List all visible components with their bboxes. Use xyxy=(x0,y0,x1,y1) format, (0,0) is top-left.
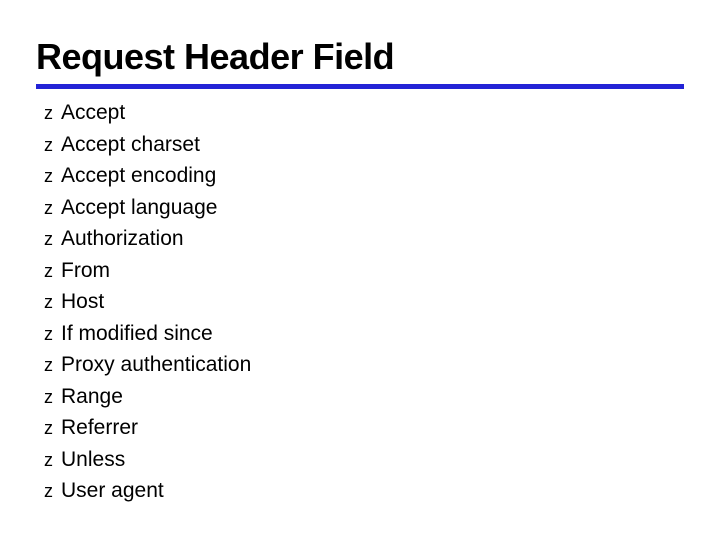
bullet-icon: z xyxy=(44,258,53,285)
bullet-icon: z xyxy=(44,195,53,222)
list-item-label: Unless xyxy=(61,444,125,476)
bullet-icon: z xyxy=(44,478,53,505)
list-item: z Accept language xyxy=(44,192,684,224)
list-item-label: From xyxy=(61,255,110,287)
bullet-list: z Accept z Accept charset z Accept encoding… xyxy=(36,97,684,507)
list-item-label: Accept encoding xyxy=(61,160,216,192)
list-item-label: Accept charset xyxy=(61,129,200,161)
list-item-label: User agent xyxy=(61,475,164,507)
slide-container: Request Header Field z Accept z Accept cha… xyxy=(0,0,720,507)
list-item: z Host xyxy=(44,286,684,318)
list-item: z User agent xyxy=(44,475,684,507)
list-item-label: Range xyxy=(61,381,123,413)
bullet-icon: z xyxy=(44,132,53,159)
bullet-icon: z xyxy=(44,384,53,411)
list-item: z Accept xyxy=(44,97,684,129)
title-underline xyxy=(36,84,684,89)
list-item: z Unless xyxy=(44,444,684,476)
list-item: z Proxy authentication xyxy=(44,349,684,381)
list-item-label: Accept xyxy=(61,97,125,129)
list-item-label: Authorization xyxy=(61,223,184,255)
list-item-label: Host xyxy=(61,286,104,318)
list-item: z Range xyxy=(44,381,684,413)
list-item-label: Proxy authentication xyxy=(61,349,251,381)
list-item: z Accept charset xyxy=(44,129,684,161)
list-item: z Authorization xyxy=(44,223,684,255)
bullet-icon: z xyxy=(44,447,53,474)
slide-title: Request Header Field xyxy=(36,36,684,78)
list-item-label: If modified since xyxy=(61,318,213,350)
bullet-icon: z xyxy=(44,415,53,442)
list-item: z If modified since xyxy=(44,318,684,350)
bullet-icon: z xyxy=(44,163,53,190)
list-item: z From xyxy=(44,255,684,287)
bullet-icon: z xyxy=(44,100,53,127)
list-item-label: Accept language xyxy=(61,192,217,224)
bullet-icon: z xyxy=(44,226,53,253)
list-item-label: Referrer xyxy=(61,412,138,444)
bullet-icon: z xyxy=(44,289,53,316)
bullet-icon: z xyxy=(44,321,53,348)
list-item: z Accept encoding xyxy=(44,160,684,192)
bullet-icon: z xyxy=(44,352,53,379)
list-item: z Referrer xyxy=(44,412,684,444)
